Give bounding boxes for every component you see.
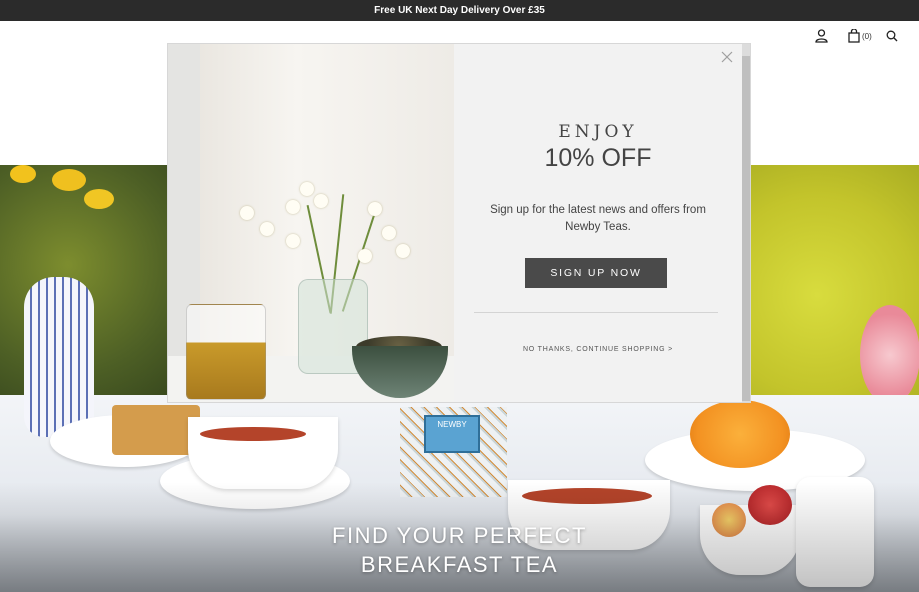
flower-decoration [10, 165, 36, 183]
white-blossom [358, 249, 372, 263]
white-blossom [300, 182, 314, 196]
white-blossom [368, 202, 382, 216]
popup-eyebrow: ENJOY [558, 122, 638, 142]
announcement-text: Free UK Next Day Delivery Over £35 [374, 5, 545, 16]
cart-button[interactable]: (0) [848, 28, 872, 44]
hero-heading-line1: FIND YOUR PERFECT [332, 523, 587, 548]
user-icon[interactable] [815, 28, 828, 44]
announcement-bar: Free UK Next Day Delivery Over £35 [0, 0, 919, 21]
white-blossom [240, 206, 254, 220]
honeycomb [112, 405, 200, 455]
hero-heading-line2: BREAKFAST TEA [360, 552, 559, 577]
pink-flower-decoration [860, 305, 919, 405]
divider [474, 312, 718, 313]
tea [200, 427, 306, 441]
white-blossom [314, 194, 328, 208]
popup-offer: 10% OFF [544, 144, 652, 172]
white-blossom [396, 244, 410, 258]
flower-decoration [84, 189, 114, 209]
newsletter-popup: ENJOY 10% OFF Sign up for the latest new… [167, 43, 751, 403]
glass-teapot [186, 304, 266, 400]
popup-content: ENJOY 10% OFF Sign up for the latest new… [454, 44, 750, 402]
white-blossom [260, 222, 274, 236]
sign-up-button[interactable]: SIGN UP NOW [525, 258, 667, 288]
popup-image [168, 44, 454, 402]
tin-label: NEWBY [424, 415, 480, 453]
dismiss-link[interactable]: NO THANKS, CONTINUE SHOPPING > [454, 346, 742, 353]
popup-description: Sign up for the latest news and offers f… [490, 204, 706, 233]
white-blossom [286, 200, 300, 214]
scrollbar-thumb[interactable] [742, 56, 750, 401]
white-blossom [382, 226, 396, 240]
search-icon[interactable] [886, 28, 898, 44]
cart-count: (0) [862, 31, 872, 41]
bag-icon [848, 29, 860, 43]
hero-heading[interactable]: FIND YOUR PERFECT BREAKFAST TEA [0, 521, 919, 579]
orange-half [690, 400, 790, 468]
white-blossom [286, 234, 300, 248]
close-icon[interactable] [720, 50, 734, 64]
striped-vase [24, 277, 94, 437]
scrollbar[interactable] [742, 44, 750, 402]
flower-decoration [52, 169, 86, 191]
